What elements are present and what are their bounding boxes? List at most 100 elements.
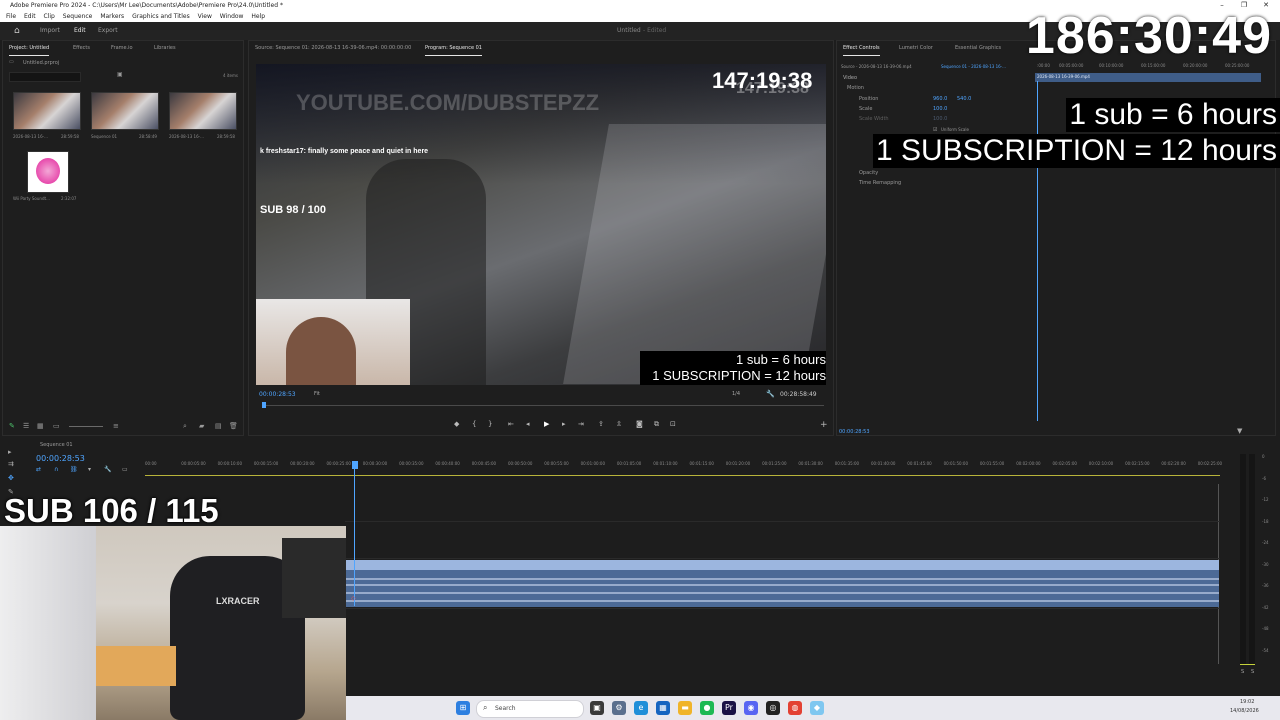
position-x-value[interactable]: 960.0 <box>933 96 947 102</box>
edge-icon[interactable]: e <box>634 701 648 715</box>
tab-essential-graphics[interactable]: Essential Graphics <box>955 41 1001 55</box>
discord-icon[interactable]: ◉ <box>744 701 758 715</box>
settings-wrench-icon[interactable]: 🔧 <box>104 466 111 473</box>
mark-out-icon[interactable]: } <box>488 420 492 428</box>
zoom-slider[interactable] <box>69 426 103 427</box>
snap-icon[interactable]: ∩ <box>54 466 58 473</box>
tab-effect-controls[interactable]: Effect Controls <box>843 41 880 56</box>
explorer-icon[interactable]: ▬ <box>678 701 692 715</box>
ec-playhead[interactable] <box>1037 81 1038 421</box>
scale-value[interactable]: 100.0 <box>933 106 947 112</box>
filter-icon[interactable]: ▼ <box>1237 427 1242 435</box>
step-back-icon[interactable]: ◂ <box>526 420 530 428</box>
app-icon[interactable]: ◆ <box>810 701 824 715</box>
track-select-icon[interactable]: ⇉ <box>8 460 14 468</box>
pencil-icon[interactable]: ✎ <box>9 422 15 430</box>
menu-file[interactable]: File <box>6 13 16 20</box>
keyframe-icon[interactable]: ◇ <box>351 595 356 602</box>
clock-time[interactable]: 19:02 <box>1240 699 1254 705</box>
scale-width-value[interactable]: 100.0 <box>933 116 947 122</box>
list-view-icon[interactable]: ☰ <box>23 422 29 430</box>
menu-graphics[interactable]: Graphics and Titles <box>132 13 190 20</box>
audio-clip[interactable] <box>346 560 1219 607</box>
tab-lumetri[interactable]: Lumetri Color <box>899 41 933 55</box>
program-video[interactable]: YOUTUBE.COM/DUBSTEPZZ 147:19:38 147:19:3… <box>256 64 826 385</box>
premiere-icon[interactable]: Pr <box>722 701 736 715</box>
tab-frameio[interactable]: Frame.io <box>111 41 133 55</box>
chrome-icon[interactable]: ◍ <box>788 701 802 715</box>
tab-edit[interactable]: Edit <box>74 22 86 40</box>
ec-source[interactable]: Source - 2026-08-13 16-39-06.mp4 <box>841 64 912 69</box>
meter-solo-left[interactable]: S <box>1241 669 1244 675</box>
project-item-thumb[interactable] <box>169 92 237 130</box>
marker-add-icon[interactable]: ▾ <box>88 466 91 473</box>
start-icon[interactable]: ⊞ <box>456 701 470 715</box>
menu-edit[interactable]: Edit <box>24 13 36 20</box>
fx-opacity[interactable]: Opacity <box>859 170 878 176</box>
new-item-icon[interactable]: ▤ <box>215 422 222 430</box>
task-view-icon[interactable]: ▣ <box>590 701 604 715</box>
menu-view[interactable]: View <box>198 13 212 20</box>
obs-icon[interactable]: ◎ <box>766 701 780 715</box>
marker-icon[interactable]: ◆ <box>454 420 459 428</box>
fit-select[interactable]: Fit <box>314 391 320 397</box>
lift-icon[interactable]: ⇪ <box>598 420 604 428</box>
timeline-timecode[interactable]: 00:00:28:53 <box>36 454 85 463</box>
project-item-thumb[interactable] <box>13 92 81 130</box>
add-button-icon[interactable]: + <box>820 420 828 430</box>
ec-timecode[interactable]: 00:00:28:53 <box>839 429 870 435</box>
program-scrubber[interactable] <box>262 405 824 406</box>
go-to-out-icon[interactable]: ⇥ <box>578 420 584 428</box>
timeline-playhead[interactable] <box>354 466 355 606</box>
ripple-edit-icon[interactable]: ✥ <box>8 474 14 482</box>
fx-time-remapping[interactable]: Time Remapping <box>859 180 901 186</box>
nest-icon[interactable]: ⇄ <box>36 466 41 473</box>
linked-icon[interactable]: ⛓ <box>70 466 78 473</box>
meter-solo-right[interactable]: S <box>1251 669 1254 675</box>
trash-icon[interactable]: 🗑 <box>229 422 238 430</box>
tab-source[interactable]: Source: Sequence 01: 2026-08-13 16-39-06… <box>255 41 411 55</box>
project-search-input[interactable] <box>9 72 81 82</box>
find-icon[interactable]: ⌕ <box>183 422 187 431</box>
mark-in-icon[interactable]: { <box>472 420 476 428</box>
settings-icon[interactable]: ⚙ <box>612 701 626 715</box>
icon-view-icon[interactable]: ▦ <box>37 422 44 430</box>
go-to-in-icon[interactable]: ⇤ <box>508 420 514 428</box>
menu-sequence[interactable]: Sequence <box>63 13 93 20</box>
new-bin-icon[interactable]: ▰ <box>199 422 204 430</box>
step-forward-icon[interactable]: ▸ <box>562 420 566 428</box>
tab-program[interactable]: Program: Sequence 01 <box>425 41 482 56</box>
home-icon[interactable]: ⌂ <box>14 22 20 40</box>
safe-margins-icon[interactable]: ⊡ <box>670 420 676 428</box>
project-item-thumb[interactable] <box>91 92 159 130</box>
uniform-scale-checkbox[interactable]: ☑ <box>933 127 937 133</box>
ec-sequence[interactable]: Sequence 01 - 2026-08-13 16-... <box>941 64 1006 69</box>
program-timecode[interactable]: 00:00:28:53 <box>259 391 296 398</box>
store-icon[interactable]: ▦ <box>656 701 670 715</box>
wrench-icon[interactable]: 🔧 <box>766 390 775 398</box>
resolution-select[interactable]: 1/4 <box>732 391 740 397</box>
program-playhead[interactable] <box>262 402 266 408</box>
menu-clip[interactable]: Clip <box>44 13 55 20</box>
new-bin-icon[interactable]: ▣ <box>117 71 123 78</box>
tab-project[interactable]: Project: Untitled <box>9 41 50 56</box>
freeform-view-icon[interactable]: ▭ <box>53 422 60 430</box>
menu-window[interactable]: Window <box>220 13 244 20</box>
position-y-value[interactable]: 540.0 <box>957 96 971 102</box>
selection-tool-icon[interactable]: ▸ <box>8 448 12 456</box>
captions-icon[interactable]: ▭ <box>122 466 128 473</box>
taskbar-search[interactable]: ⌕ Search <box>476 700 584 718</box>
compare-icon[interactable]: ⧉ <box>654 420 659 429</box>
sort-icon[interactable]: ≡ <box>113 422 119 430</box>
tab-export[interactable]: Export <box>98 22 118 40</box>
play-button[interactable]: ▶ <box>544 420 549 428</box>
ec-clip-bar[interactable]: 2026-08-13 16-39-06.mp4 <box>1035 73 1261 82</box>
tab-sequence[interactable]: Sequence 01 <box>40 442 73 448</box>
tab-import[interactable]: Import <box>40 22 60 40</box>
work-area-bar[interactable] <box>145 475 1220 476</box>
audio-item-thumb[interactable] <box>27 151 69 193</box>
tab-libraries[interactable]: Libraries <box>154 41 176 55</box>
extract-icon[interactable]: ⇫ <box>616 420 622 428</box>
camera-icon[interactable]: ◙ <box>636 420 643 428</box>
spotify-icon[interactable]: ● <box>700 701 714 715</box>
